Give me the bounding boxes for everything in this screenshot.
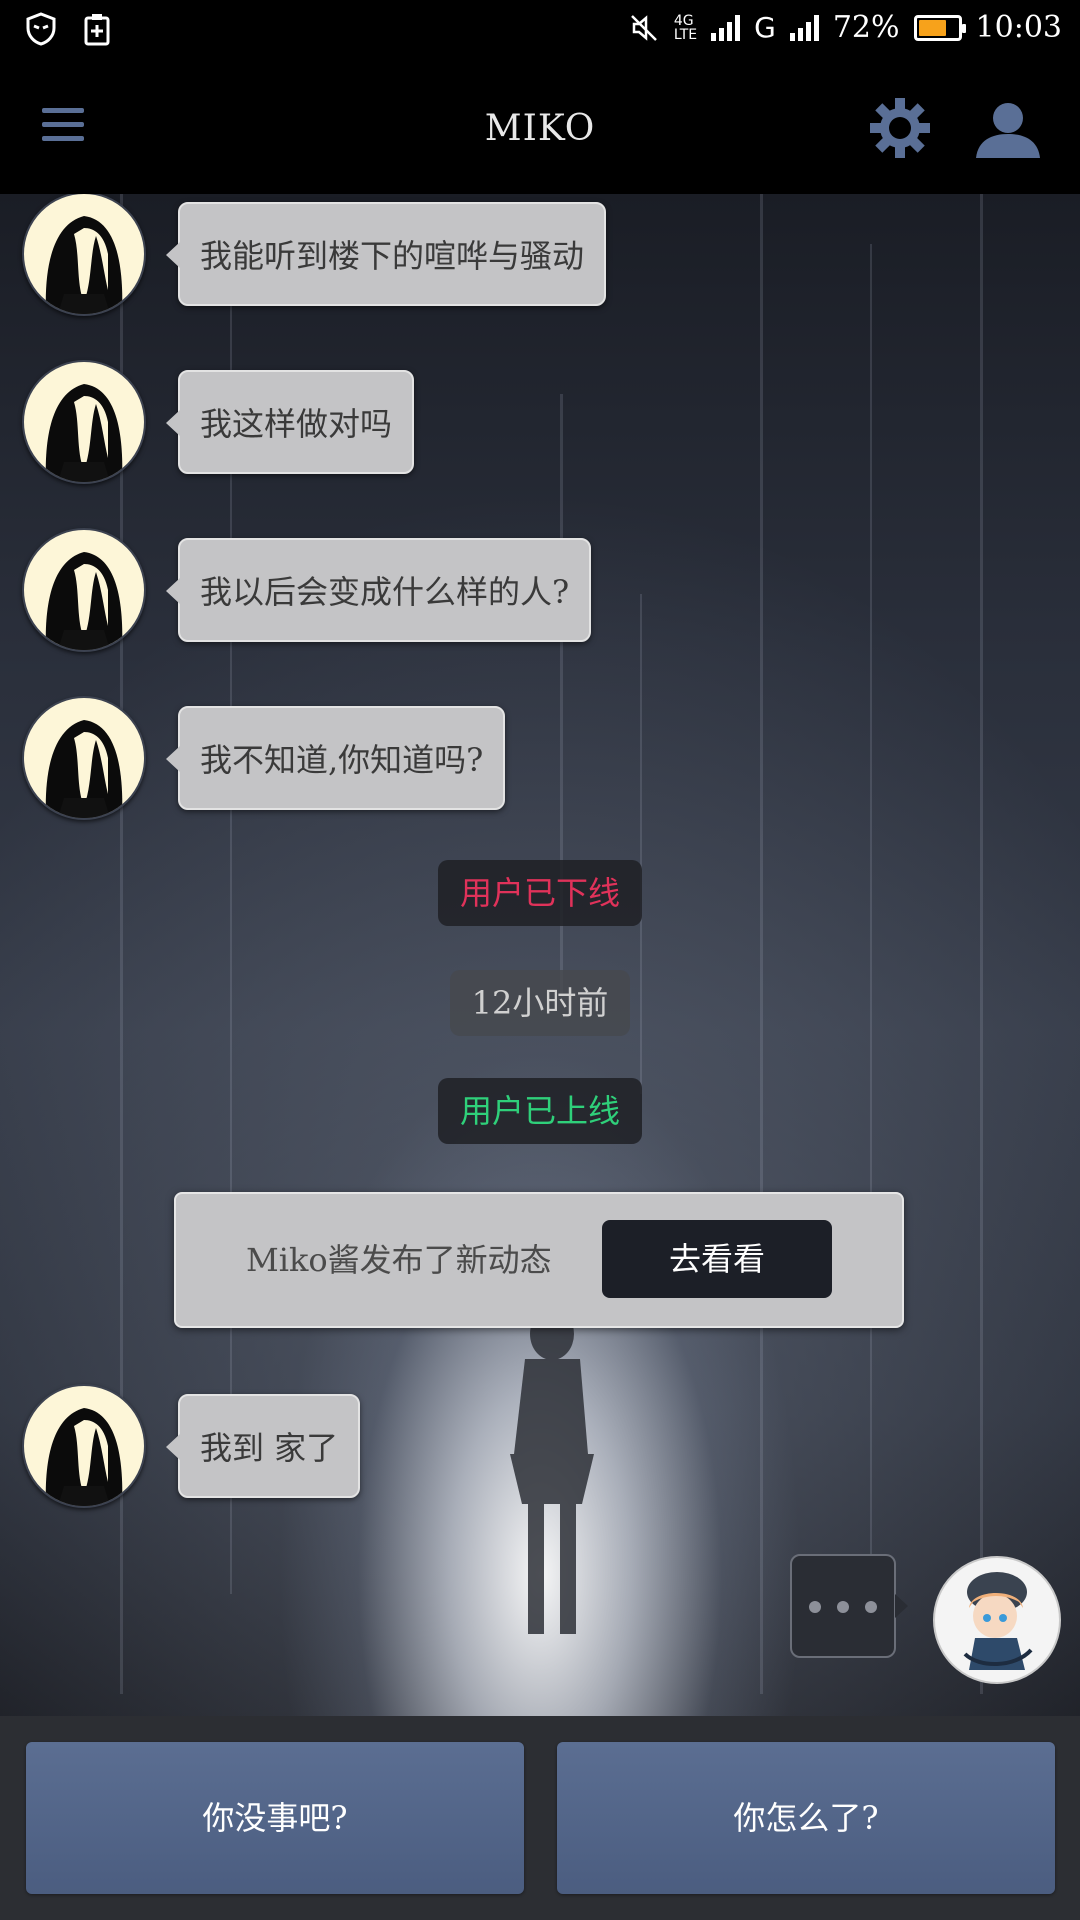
user-avatar-image	[963, 1572, 1033, 1670]
status-bar: 4G LTE G 72% 10:03	[0, 0, 1080, 64]
miko-avatar[interactable]	[22, 194, 146, 316]
reply-option-button[interactable]: 你没事吧?	[26, 1742, 524, 1894]
network2-label: G	[754, 11, 776, 44]
status-online-text: 用户已上线	[437, 1078, 642, 1144]
reply-option-button[interactable]: 你怎么了?	[557, 1742, 1055, 1894]
miko-avatar-image	[45, 720, 123, 818]
message-bubble: 我不知道,你知道吗?	[165, 706, 506, 810]
shield-icon	[26, 12, 56, 46]
miko-avatar[interactable]	[22, 696, 146, 820]
timestamp-text: 12小时前	[449, 970, 631, 1036]
miko-avatar-image	[45, 384, 123, 482]
reply-options-bar: 你没事吧? 你怎么了?	[0, 1716, 1080, 1920]
clipboard-plus-icon	[84, 14, 110, 46]
silhouette-figure	[510, 1308, 594, 1634]
battery-icon	[913, 14, 966, 41]
miko-avatar-image	[45, 1408, 123, 1506]
message-bubble: 我到 家了	[165, 1394, 361, 1498]
status-offline-text: 用户已下线	[437, 860, 642, 926]
system-timestamp: 12小时前	[0, 970, 1080, 1036]
message-bubble: 我这样做对吗	[165, 370, 415, 474]
message-bubble: 我以后会变成什么样的人?	[165, 538, 592, 642]
bg-building-line	[870, 244, 872, 1644]
message-row: 我这样做对吗	[22, 360, 415, 484]
system-status-online: 用户已上线	[0, 1078, 1080, 1144]
miko-avatar[interactable]	[22, 528, 146, 652]
message-row: 我能听到楼下的喧哗与骚动	[22, 194, 607, 316]
clock: 10:03	[975, 10, 1062, 45]
app-header: MIKO	[0, 64, 1080, 194]
message-bubble: 我能听到楼下的喧哗与骚动	[165, 202, 607, 306]
user-profile-icon[interactable]	[974, 100, 1042, 160]
mute-icon	[630, 14, 657, 41]
miko-avatar-image	[45, 216, 123, 314]
system-status-offline: 用户已下线	[0, 860, 1080, 926]
network-type-label: 4G LTE	[673, 12, 698, 43]
bg-building-line	[760, 194, 763, 1694]
signal-strength-2-icon	[789, 14, 819, 41]
gear-icon[interactable]	[868, 96, 932, 160]
view-post-button[interactable]: 去看看	[602, 1220, 832, 1298]
battery-percent: 72%	[832, 10, 900, 45]
signal-strength-icon	[711, 14, 741, 41]
message-row: 我到 家了	[22, 1384, 361, 1508]
message-row: 我不知道,你知道吗?	[22, 696, 506, 820]
miko-avatar-image	[45, 552, 123, 650]
new-post-notice: Miko酱发布了新动态 去看看	[174, 1192, 904, 1328]
bg-building-line	[980, 194, 983, 1694]
message-row: 我以后会变成什么样的人?	[22, 528, 592, 652]
user-avatar[interactable]	[933, 1556, 1061, 1684]
miko-avatar[interactable]	[22, 360, 146, 484]
notice-text: Miko酱发布了新动态	[246, 1241, 552, 1279]
typing-indicator	[790, 1554, 908, 1658]
chat-area[interactable]: 我能听到楼下的喧哗与骚动 我这样做对吗 我以后会变成什么样的人? 我不知道,你知…	[0, 194, 1080, 1716]
miko-avatar[interactable]	[22, 1384, 146, 1508]
